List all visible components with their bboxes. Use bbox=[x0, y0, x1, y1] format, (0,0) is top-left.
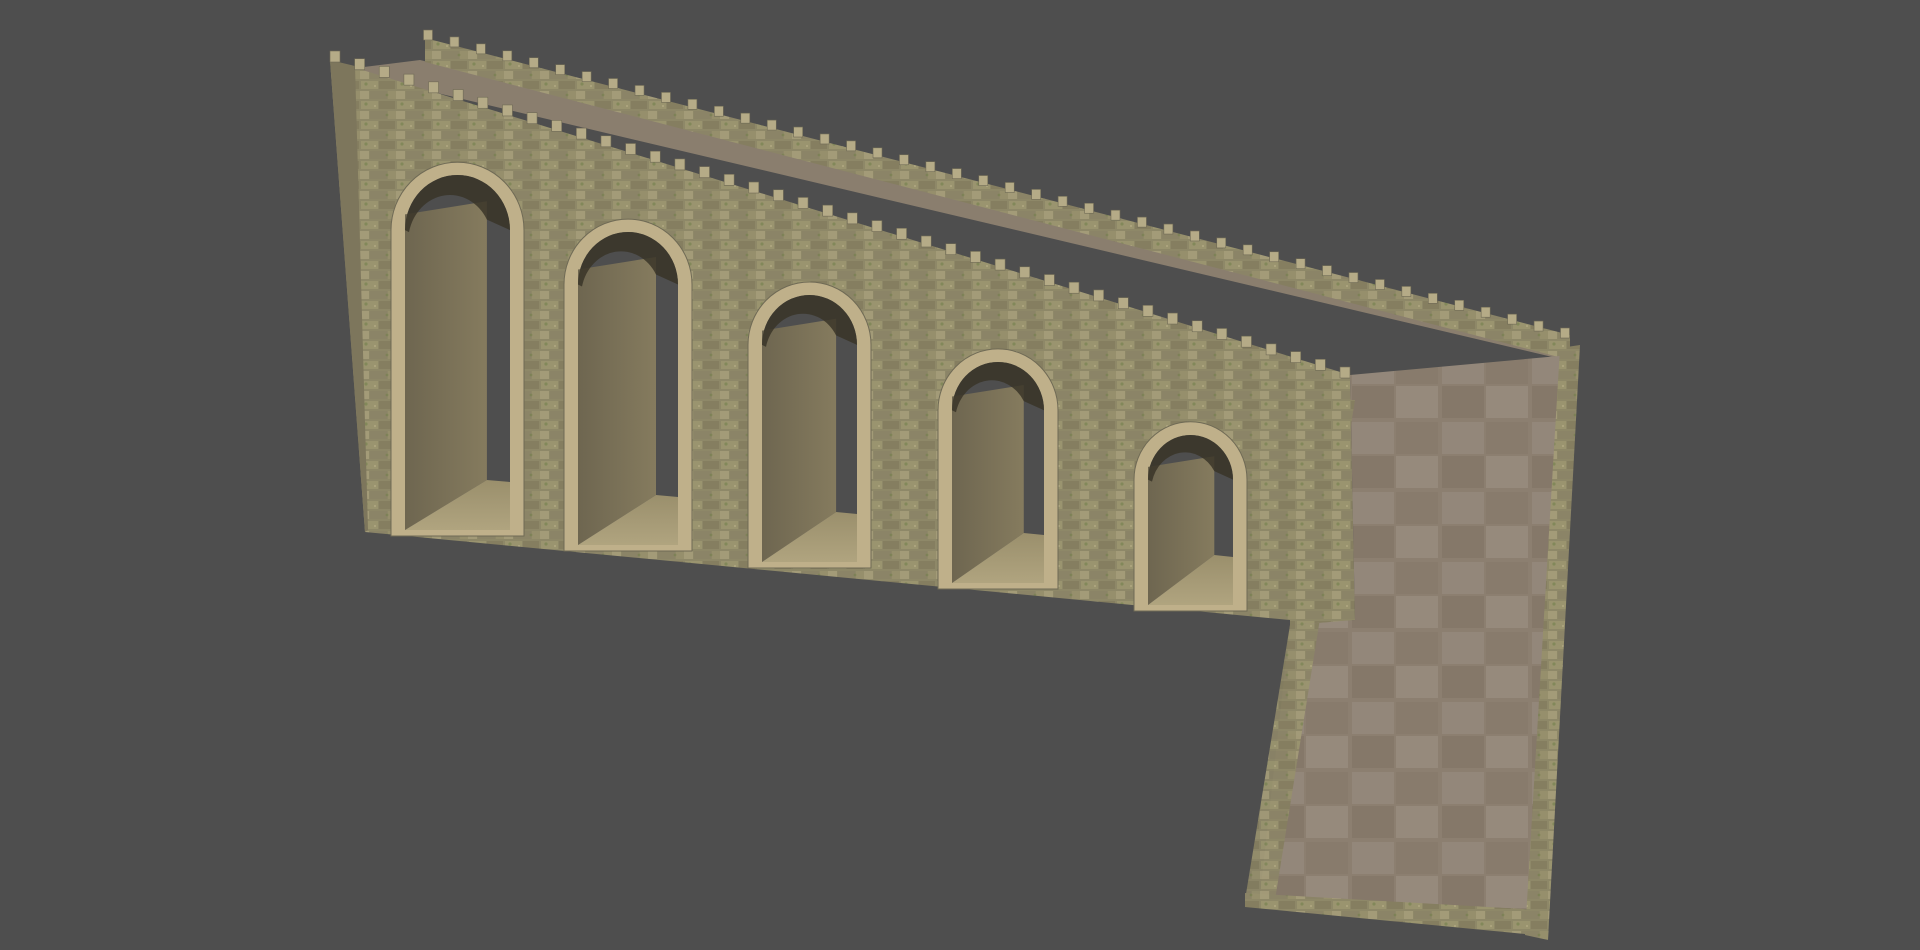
merlon bbox=[1269, 251, 1279, 263]
merlon bbox=[1348, 272, 1359, 283]
merlon bbox=[354, 58, 365, 71]
merlon bbox=[1163, 223, 1174, 235]
merlon bbox=[1241, 335, 1252, 348]
merlon bbox=[1137, 216, 1147, 228]
merlon bbox=[1295, 258, 1306, 269]
merlon bbox=[600, 135, 612, 148]
aqueduct-model bbox=[329, 29, 1580, 940]
merlon bbox=[551, 120, 563, 132]
arch-5 bbox=[1133, 421, 1248, 612]
merlon bbox=[978, 175, 989, 186]
merlon bbox=[994, 258, 1006, 271]
merlon bbox=[423, 29, 433, 41]
merlon bbox=[1339, 366, 1351, 379]
merlon bbox=[477, 96, 489, 109]
merlon bbox=[925, 161, 936, 172]
merlon bbox=[793, 126, 803, 138]
merlon bbox=[945, 243, 957, 255]
merlon bbox=[661, 92, 671, 103]
merlon bbox=[555, 64, 566, 75]
merlon bbox=[581, 71, 592, 82]
merlon bbox=[476, 43, 486, 55]
merlon bbox=[576, 127, 587, 140]
render-viewport bbox=[0, 0, 1920, 950]
merlon bbox=[528, 57, 539, 69]
merlon bbox=[1401, 286, 1412, 297]
merlon bbox=[723, 174, 735, 186]
merlon bbox=[1044, 274, 1055, 286]
merlon bbox=[1507, 313, 1517, 325]
merlon bbox=[378, 66, 390, 78]
merlon bbox=[1142, 305, 1154, 317]
merlon bbox=[1190, 230, 1200, 242]
merlon bbox=[773, 189, 784, 202]
arch-inner-wall bbox=[405, 201, 487, 530]
arch-3 bbox=[747, 281, 872, 569]
merlon bbox=[896, 227, 907, 240]
merlon bbox=[1110, 209, 1121, 221]
merlon bbox=[699, 166, 710, 178]
merlon bbox=[920, 235, 932, 248]
merlon bbox=[687, 99, 698, 110]
merlon bbox=[1560, 327, 1570, 339]
merlon bbox=[714, 105, 724, 117]
merlon bbox=[1427, 293, 1438, 304]
merlon bbox=[1480, 306, 1491, 318]
arch-2 bbox=[563, 218, 693, 552]
merlon bbox=[748, 181, 760, 194]
merlon bbox=[526, 112, 538, 124]
merlon bbox=[1242, 244, 1253, 256]
merlon bbox=[819, 133, 830, 145]
merlon bbox=[1004, 182, 1015, 193]
merlon bbox=[797, 197, 809, 209]
merlon bbox=[625, 143, 636, 155]
merlon bbox=[847, 212, 858, 225]
arch-inner-wall bbox=[578, 257, 656, 545]
merlon bbox=[970, 251, 981, 263]
merlon bbox=[1454, 299, 1465, 311]
merlon bbox=[674, 158, 686, 171]
merlon bbox=[1265, 343, 1277, 356]
merlon bbox=[1216, 237, 1227, 249]
merlon bbox=[1068, 281, 1080, 294]
merlon bbox=[846, 140, 856, 152]
merlon bbox=[403, 73, 415, 86]
arch-4 bbox=[937, 348, 1059, 590]
merlon bbox=[329, 50, 341, 63]
merlon bbox=[649, 150, 661, 163]
merlon bbox=[822, 204, 833, 217]
merlon bbox=[1191, 320, 1203, 333]
merlon bbox=[1031, 189, 1041, 200]
merlon bbox=[740, 112, 751, 124]
merlon bbox=[608, 78, 618, 89]
merlon bbox=[1117, 297, 1129, 309]
merlon bbox=[1167, 312, 1178, 325]
merlon bbox=[449, 36, 460, 48]
merlon bbox=[1315, 358, 1326, 371]
merlon bbox=[1019, 266, 1031, 279]
merlon bbox=[428, 81, 439, 94]
merlon bbox=[1057, 196, 1068, 207]
merlon bbox=[899, 154, 909, 166]
merlon bbox=[502, 104, 513, 117]
merlon bbox=[952, 168, 962, 179]
merlon bbox=[1084, 202, 1094, 214]
arch-1 bbox=[390, 161, 525, 537]
merlon bbox=[502, 50, 513, 62]
merlon bbox=[1290, 351, 1302, 363]
merlon bbox=[871, 220, 883, 232]
merlon bbox=[1093, 289, 1104, 302]
merlon bbox=[1216, 328, 1228, 340]
merlon bbox=[872, 147, 883, 159]
merlon bbox=[1322, 265, 1332, 276]
merlon bbox=[1375, 279, 1385, 290]
merlon bbox=[1533, 320, 1544, 332]
merlon bbox=[766, 119, 777, 131]
merlon bbox=[452, 89, 464, 101]
merlon bbox=[634, 85, 645, 96]
